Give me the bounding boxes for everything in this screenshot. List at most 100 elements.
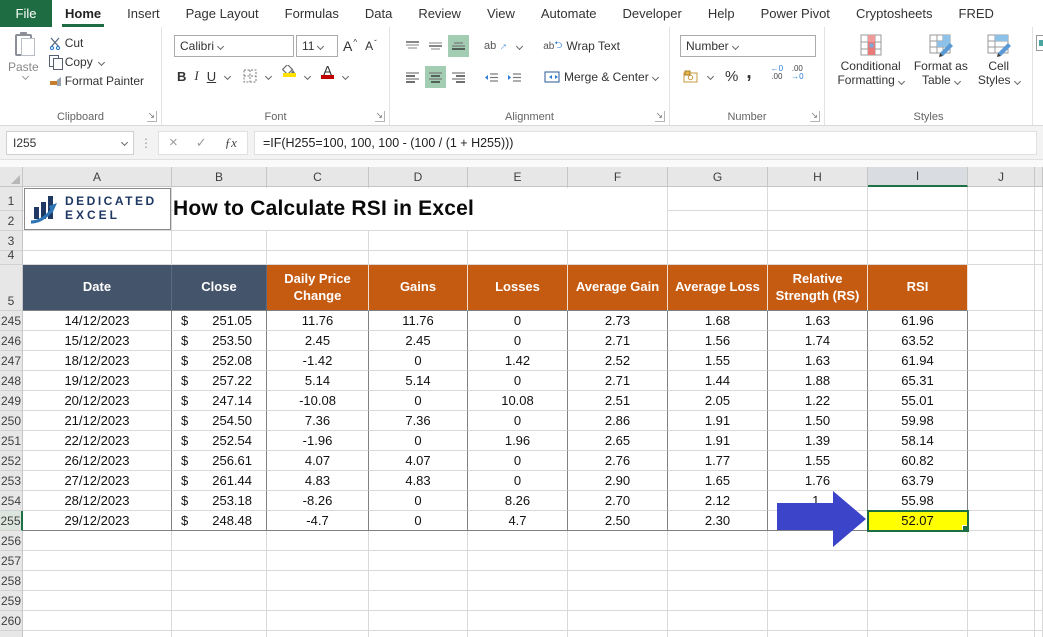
- cell[interactable]: [768, 211, 868, 231]
- cell-value[interactable]: 0: [468, 331, 568, 351]
- cell-value[interactable]: 2.90: [568, 471, 668, 491]
- row-header-260[interactable]: 260: [0, 611, 23, 631]
- cell-value[interactable]: -10.08: [267, 391, 369, 411]
- cell[interactable]: [1035, 411, 1043, 431]
- paste-button[interactable]: Paste: [8, 32, 39, 88]
- formula-bar-splitter[interactable]: ⋮: [140, 136, 152, 150]
- enter-button[interactable]: ✓: [196, 135, 207, 151]
- cell[interactable]: [968, 471, 1035, 491]
- row-header-257[interactable]: 257: [0, 551, 23, 571]
- tab-automate[interactable]: Automate: [528, 0, 610, 27]
- column-header-C[interactable]: C: [267, 167, 369, 187]
- fill-color-button[interactable]: [279, 65, 299, 87]
- cell-close[interactable]: $248.48: [172, 511, 267, 531]
- cell[interactable]: [568, 591, 668, 611]
- cell-value[interactable]: 0: [369, 431, 468, 451]
- cell-value[interactable]: [768, 511, 868, 531]
- cell[interactable]: [968, 491, 1035, 511]
- cell-value[interactable]: 2.76: [568, 451, 668, 471]
- cell[interactable]: [23, 571, 172, 591]
- table-header-relative-strength-rs-[interactable]: Relative Strength (RS): [768, 265, 868, 311]
- column-header-I[interactable]: I: [868, 167, 968, 187]
- cell[interactable]: [568, 251, 668, 265]
- cell[interactable]: [968, 431, 1035, 451]
- underline-dropdown-icon[interactable]: [224, 72, 232, 80]
- row-header-252[interactable]: 252: [0, 451, 23, 471]
- cell[interactable]: [668, 251, 768, 265]
- cell-date[interactable]: 19/12/2023: [23, 371, 172, 391]
- cell[interactable]: [568, 551, 668, 571]
- font-size-combo[interactable]: 11: [296, 35, 338, 57]
- format-as-table-button[interactable]: Format as Table: [914, 33, 968, 88]
- clipboard-dialog-launcher[interactable]: ↘: [147, 111, 157, 122]
- decrease-font-button[interactable]: Aˇ: [362, 35, 380, 57]
- row-header-4[interactable]: 4: [0, 248, 23, 265]
- column-header-D[interactable]: D: [369, 167, 468, 187]
- cell[interactable]: [668, 187, 768, 211]
- align-bottom-button[interactable]: [448, 35, 469, 57]
- fill-color-dropdown-icon[interactable]: [304, 72, 312, 80]
- borders-dropdown-icon[interactable]: [265, 72, 273, 80]
- cell-close[interactable]: $256.61: [172, 451, 267, 471]
- cell-value[interactable]: 1.50: [768, 411, 868, 431]
- insert-function-button[interactable]: ƒx: [225, 135, 237, 151]
- cell-date[interactable]: 28/12/2023: [23, 491, 172, 511]
- table-header-average-loss[interactable]: Average Loss: [668, 265, 768, 311]
- cell-close[interactable]: $254.50: [172, 411, 267, 431]
- cell-value[interactable]: 5.14: [267, 371, 369, 391]
- cell[interactable]: [868, 631, 968, 637]
- cell-value[interactable]: 2.71: [568, 371, 668, 391]
- cell[interactable]: [1035, 511, 1043, 531]
- cell-value[interactable]: 1.65: [668, 471, 768, 491]
- cell-date[interactable]: 29/12/2023: [23, 511, 172, 531]
- cancel-button[interactable]: ×: [169, 134, 178, 151]
- tab-home[interactable]: Home: [52, 0, 114, 27]
- cell-close[interactable]: $253.18: [172, 491, 267, 511]
- cell-value[interactable]: 59.98: [868, 411, 968, 431]
- cell-value[interactable]: 55.98: [868, 491, 968, 511]
- cell-value[interactable]: 1.91: [668, 431, 768, 451]
- cell-value[interactable]: 4.7: [468, 511, 568, 531]
- cell-value[interactable]: 0: [468, 451, 568, 471]
- merge-center-dropdown-icon[interactable]: [651, 73, 659, 81]
- tab-formulas[interactable]: Formulas: [272, 0, 352, 27]
- font-color-button[interactable]: A: [318, 64, 337, 87]
- cell[interactable]: [23, 631, 172, 637]
- number-format-combo[interactable]: Number: [680, 35, 816, 57]
- cell[interactable]: [1035, 231, 1043, 251]
- cell-value[interactable]: 2.45: [369, 331, 468, 351]
- decrease-indent-button[interactable]: [481, 66, 502, 88]
- cell-close[interactable]: $247.14: [172, 391, 267, 411]
- cell[interactable]: [23, 531, 172, 551]
- row-header-258[interactable]: 258: [0, 571, 23, 591]
- cell-value[interactable]: 2.73: [568, 311, 668, 331]
- cell[interactable]: [568, 631, 668, 637]
- cell[interactable]: [1035, 631, 1043, 637]
- cell[interactable]: [968, 351, 1035, 371]
- cell[interactable]: [668, 591, 768, 611]
- cell-close[interactable]: $253.50: [172, 331, 267, 351]
- cell[interactable]: [668, 631, 768, 637]
- tab-file[interactable]: File: [0, 0, 52, 27]
- cell-date[interactable]: 18/12/2023: [23, 351, 172, 371]
- column-header-A[interactable]: A: [23, 167, 172, 187]
- row-header-2[interactable]: 2: [0, 211, 23, 231]
- cell[interactable]: [968, 511, 1035, 531]
- cell[interactable]: [868, 531, 968, 551]
- cell[interactable]: [369, 611, 468, 631]
- bold-button[interactable]: B: [174, 65, 189, 87]
- cell-value[interactable]: 10.08: [468, 391, 568, 411]
- tab-insert[interactable]: Insert: [114, 0, 173, 27]
- cell-close[interactable]: $251.05: [172, 311, 267, 331]
- cell[interactable]: [868, 251, 968, 265]
- cell[interactable]: [968, 611, 1035, 631]
- cell[interactable]: [968, 411, 1035, 431]
- cell[interactable]: [369, 531, 468, 551]
- row-header-253[interactable]: 253: [0, 471, 23, 491]
- row-header-254[interactable]: 254: [0, 491, 23, 511]
- cell-value[interactable]: 1.44: [668, 371, 768, 391]
- cell[interactable]: [1035, 187, 1043, 211]
- cell[interactable]: [23, 251, 172, 265]
- cell-value[interactable]: 4.07: [369, 451, 468, 471]
- table-header-date[interactable]: Date: [23, 265, 172, 311]
